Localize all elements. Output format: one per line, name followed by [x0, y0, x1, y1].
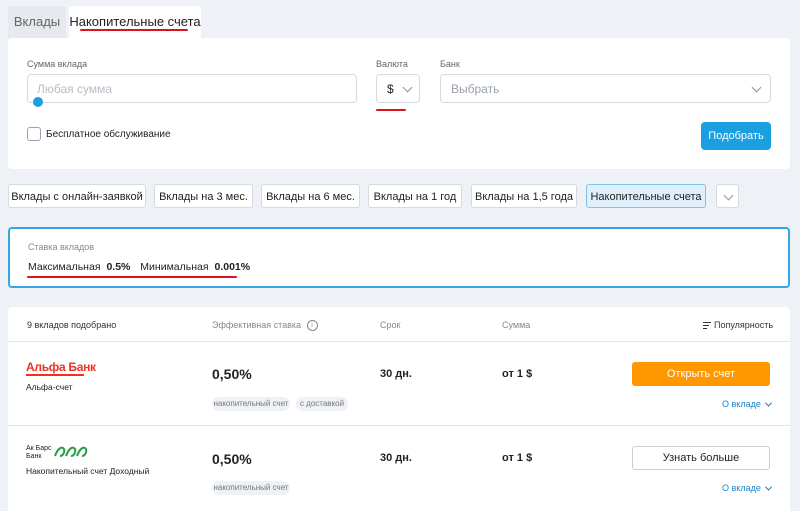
chevron-down-icon: [764, 399, 772, 407]
amount-slider-handle[interactable]: [33, 97, 43, 107]
highlight-underline: [80, 29, 188, 31]
free-service-label: Бесплатное обслуживание: [46, 129, 171, 140]
logo-line-1: Ак Барс: [26, 445, 52, 452]
min-label: Минимальная: [140, 261, 209, 273]
tag-savings-account: накопительный счет: [212, 397, 290, 411]
chip-savings-accounts[interactable]: Накопительные счета: [586, 184, 706, 208]
tag-delivery: с доставкой: [296, 397, 348, 411]
column-rate: Эффективная ставка i: [212, 320, 318, 332]
amount-value: от 1 $: [502, 452, 533, 464]
bank-logo-alfa: Альфа Банк: [26, 360, 96, 374]
min-value: 0.001%: [214, 261, 251, 273]
rate-summary: Ставка вкладов Максимальная 0.5% Минимал…: [8, 227, 790, 288]
rate-value: 0,50%: [212, 451, 252, 467]
details-label: О вкладе: [722, 483, 761, 493]
details-link[interactable]: О вкладе: [722, 399, 772, 409]
divider: [8, 341, 790, 342]
amount-label: Сумма вклада: [27, 59, 88, 69]
amount-input[interactable]: Любая сумма: [27, 74, 357, 103]
rate-value: 0,50%: [212, 366, 252, 382]
chip-6-months[interactable]: Вклады на 6 мес.: [261, 184, 360, 208]
column-amount: Сумма: [502, 320, 531, 330]
info-icon[interactable]: i: [306, 320, 318, 332]
bank-select[interactable]: Выбрать: [440, 74, 771, 103]
results-count: 9 вкладов подобрано: [27, 320, 117, 330]
chevron-down-icon: [402, 82, 413, 93]
bank-placeholder: Выбрать: [451, 82, 500, 96]
currency-label: Валюта: [376, 59, 408, 69]
tab-savings-accounts[interactable]: Накопительные счета: [69, 6, 201, 38]
free-service-checkbox[interactable]: [27, 127, 41, 141]
chip-3-months[interactable]: Вклады на 3 мес.: [154, 184, 253, 208]
chevron-down-icon: [723, 190, 734, 201]
chip-online[interactable]: Вклады с онлайн-заявкой: [8, 184, 146, 208]
akbars-logo-icon: [54, 446, 88, 457]
open-account-button[interactable]: Открыть счет: [632, 362, 770, 386]
max-label: Максимальная: [28, 261, 101, 273]
product-name: Накопительный счет Доходный: [26, 466, 150, 476]
amount-placeholder: Любая сумма: [37, 82, 113, 96]
learn-more-button[interactable]: Узнать больше: [632, 446, 770, 470]
bank-label: Банк: [440, 59, 460, 69]
chips-more-button[interactable]: [716, 184, 739, 208]
results-panel: [8, 307, 790, 511]
tab-deposits[interactable]: Вклады: [8, 6, 66, 38]
term-value: 30 дн.: [380, 452, 412, 464]
sort-button[interactable]: Популярность: [703, 320, 773, 330]
logo-line-2: Банк: [26, 453, 42, 460]
sort-label: Популярность: [714, 320, 774, 330]
amount-value: от 1 $: [502, 368, 533, 380]
details-link[interactable]: О вкладе: [722, 483, 772, 493]
bank-logo-akbars: Ак Барс Банк: [26, 445, 52, 461]
filter-panel: [8, 38, 790, 169]
column-rate-label: Эффективная ставка: [212, 320, 302, 330]
tag-savings-account: накопительный счет: [212, 481, 290, 495]
highlight-underline: [376, 109, 406, 111]
divider: [8, 425, 790, 426]
chip-1-year[interactable]: Вклады на 1 год: [368, 184, 462, 208]
chevron-down-icon: [751, 82, 762, 93]
submit-button[interactable]: Подобрать: [701, 122, 771, 150]
currency-select[interactable]: $: [376, 74, 420, 103]
max-value: 0.5%: [106, 261, 131, 273]
rate-title: Ставка вкладов: [28, 242, 95, 252]
alfa-logo-underline: [26, 374, 84, 376]
term-value: 30 дн.: [380, 368, 412, 380]
column-term: Срок: [380, 320, 401, 330]
currency-value: $: [387, 82, 394, 96]
details-label: О вкладе: [722, 399, 761, 409]
sort-icon: [703, 321, 711, 330]
chip-1-5-years[interactable]: Вклады на 1,5 года: [471, 184, 577, 208]
chevron-down-icon: [764, 483, 772, 491]
product-name: Альфа-счет: [26, 382, 73, 392]
rate-values: Максимальная 0.5% Минимальная 0.001%: [28, 261, 250, 273]
highlight-underline: [27, 276, 237, 278]
